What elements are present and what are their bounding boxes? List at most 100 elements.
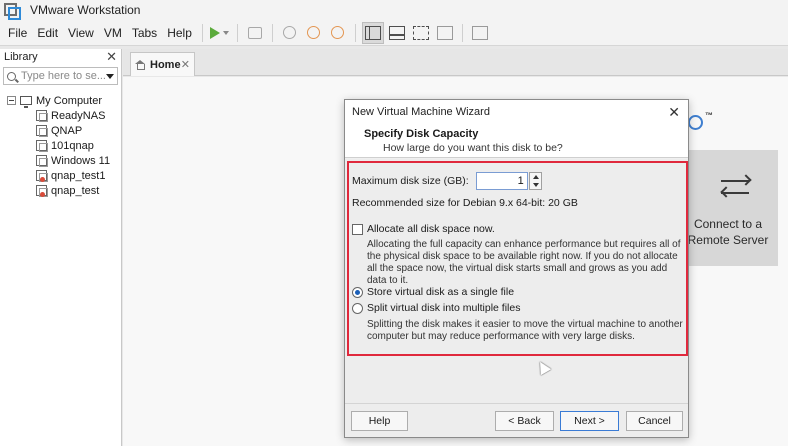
send-keys-icon [247, 26, 262, 39]
tree-node-vm[interactable]: QNAP [0, 123, 121, 138]
search-icon [7, 71, 16, 81]
disk-size-spinner[interactable] [528, 172, 542, 190]
thumbnail-bar-button[interactable] [386, 22, 408, 44]
show-library-button[interactable] [361, 21, 384, 44]
menu-edit[interactable]: Edit [32, 26, 63, 40]
tab-home[interactable]: Home ✕ [130, 52, 195, 76]
menu-bar: File Edit View VM Tabs Help [0, 20, 788, 46]
page-subtitle: How large do you want this disk to be? [383, 142, 563, 154]
library-panel: Library ✕ Type here to se... My Computer… [0, 49, 122, 446]
tree-node-label: 101qnap [51, 139, 94, 152]
close-icon[interactable]: ✕ [668, 104, 680, 121]
tree-node-my-computer[interactable]: My Computer [0, 93, 121, 108]
next-button[interactable]: Next > [560, 411, 619, 431]
dropdown-icon[interactable] [223, 30, 230, 35]
thumbnail-bar-icon [388, 25, 405, 40]
allocate-help-text: Allocating the full capacity can enhance… [367, 239, 681, 286]
window-title: VMware Workstation [30, 3, 141, 17]
chevron-down-icon[interactable] [106, 73, 114, 79]
library-title: Library [4, 51, 38, 63]
manage-snapshots-icon [331, 26, 345, 39]
remote-card-line1: Connect to a [693, 217, 763, 231]
tree-node-label: qnap_test [51, 184, 100, 197]
power-on-icon [210, 26, 221, 39]
max-disk-size-label: Maximum disk size (GB): [352, 175, 469, 187]
single-file-option[interactable]: Store virtual disk as a single file [352, 286, 514, 298]
allocate-all-row[interactable]: Allocate all disk space now. [352, 223, 495, 235]
dialog-title-bar: New Virtual Machine Wizard ✕ [345, 100, 688, 124]
revert-snapshot-icon [307, 26, 321, 39]
vmware-app-icon [4, 3, 21, 20]
menu-file[interactable]: File [3, 26, 32, 40]
library-header: Library ✕ [0, 49, 121, 65]
remote-card-line2: Remote Server [687, 233, 769, 247]
menu-vm[interactable]: VM [99, 26, 127, 40]
revert-snapshot-button[interactable] [303, 22, 325, 44]
computer-icon [20, 96, 32, 108]
max-disk-size-input[interactable]: 1 [475, 172, 528, 190]
split-help-text: Splitting the disk makes it easier to mo… [367, 319, 683, 342]
tree-node-vm[interactable]: ReadyNAS [0, 108, 121, 123]
shared-vm-icon [36, 185, 48, 197]
tree-node-label: My Computer [36, 94, 103, 107]
menu-view[interactable]: View [63, 26, 99, 40]
vm-icon [36, 125, 48, 137]
back-button[interactable]: < Back [495, 411, 554, 431]
tree-node-label: Windows 11 [51, 154, 111, 167]
title-bar: VMware Workstation [0, 0, 788, 20]
vm-icon [36, 140, 48, 152]
dialog-header: Specify Disk Capacity How large do you w… [345, 124, 688, 158]
page-title: Specify Disk Capacity [364, 128, 479, 140]
library-search[interactable]: Type here to se... [3, 67, 118, 85]
multiple-files-radio[interactable] [352, 302, 363, 314]
spin-down-icon[interactable] [532, 183, 539, 187]
toolbar-separator [201, 23, 203, 42]
tree-node-vm[interactable]: qnap_test [0, 183, 121, 198]
snapshot-button[interactable] [279, 22, 301, 44]
single-file-label[interactable]: Store virtual disk as a single file [367, 286, 514, 298]
multiple-files-label[interactable]: Split virtual disk into multiple files [367, 302, 520, 314]
manage-snapshots-button[interactable] [327, 22, 349, 44]
home-icon [135, 60, 145, 70]
spin-up-icon[interactable] [532, 175, 539, 179]
library-search-input[interactable]: Type here to se... [21, 70, 106, 82]
vm-icon [36, 155, 48, 167]
unity-button[interactable] [434, 22, 456, 44]
library-close-icon[interactable]: ✕ [106, 49, 117, 65]
allocate-all-label[interactable]: Allocate all disk space now. [367, 223, 495, 235]
swap-arrows-icon [720, 172, 752, 202]
send-keys-button[interactable] [244, 22, 266, 44]
workstation-logo-icon [688, 115, 703, 130]
help-button[interactable]: Help [351, 411, 408, 431]
unity-icon [436, 25, 453, 40]
tab-bar: Home ✕ [123, 49, 788, 76]
menu-help[interactable]: Help [162, 26, 197, 40]
show-library-icon [364, 25, 381, 40]
trademark-symbol: ™ [705, 111, 713, 120]
tree-node-vm[interactable]: qnap_test1 [0, 168, 121, 183]
console-view-icon [471, 25, 488, 40]
power-on-button[interactable] [209, 22, 231, 44]
close-icon[interactable]: ✕ [181, 58, 190, 71]
allocate-all-checkbox[interactable] [352, 223, 363, 235]
menu-tabs[interactable]: Tabs [127, 26, 162, 40]
full-screen-button[interactable] [410, 22, 432, 44]
console-view-button[interactable] [469, 22, 491, 44]
single-file-radio[interactable] [352, 286, 363, 298]
cancel-button[interactable]: Cancel [626, 411, 683, 431]
full-screen-icon [412, 25, 429, 40]
max-disk-size-row: Maximum disk size (GB): 1 [352, 172, 542, 190]
toolbar-separator [354, 23, 356, 42]
tab-label: Home [150, 58, 181, 71]
toolbar-separator [271, 23, 273, 42]
tree-node-vm[interactable]: Windows 11 [0, 153, 121, 168]
multiple-files-option[interactable]: Split virtual disk into multiple files [352, 302, 520, 314]
dialog-title: New Virtual Machine Wizard [352, 106, 490, 118]
toolbar-separator [461, 23, 463, 42]
recommended-size-text: Recommended size for Debian 9.x 64-bit: … [352, 197, 578, 209]
tree-node-label: ReadyNAS [51, 109, 106, 122]
collapse-icon[interactable] [7, 96, 16, 105]
tree-node-vm[interactable]: 101qnap [0, 138, 121, 153]
connect-remote-server-button[interactable]: Connect to a Remote Server [685, 150, 778, 266]
library-tree: My Computer ReadyNAS QNAP 101qnap Window… [0, 93, 121, 198]
